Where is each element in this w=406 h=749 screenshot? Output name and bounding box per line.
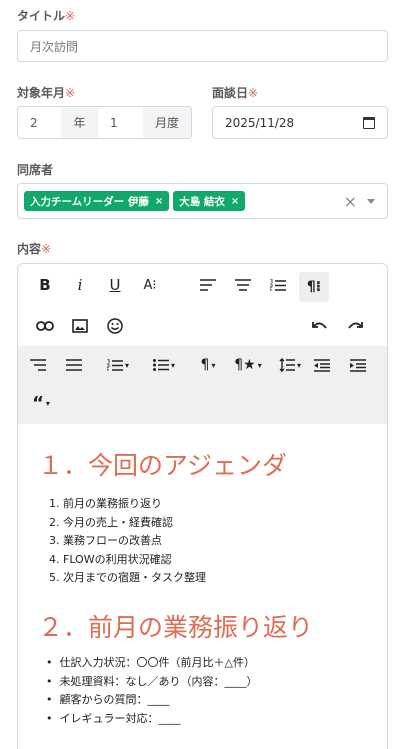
undo-button[interactable] (305, 311, 335, 341)
paragraph-style-button[interactable]: ¶★ ▾ (228, 350, 268, 380)
ordered-list-button[interactable] (263, 270, 293, 300)
line-height-icon (279, 358, 295, 372)
chevron-down-icon[interactable] (367, 199, 375, 204)
required-mark: ※ (65, 9, 76, 23)
emoji-icon (107, 318, 123, 334)
editor-content[interactable]: １．今回のアジェンダ 1. 前月の業務振り返り 2. 今月の売上・経費確認 3.… (18, 424, 387, 749)
image-button[interactable] (65, 311, 95, 341)
outdent-button[interactable] (307, 350, 337, 380)
attendees-select[interactable]: 入力チームリーダー 伊藤 × 大島 結衣 × × (17, 183, 388, 219)
paragraph-style-icon: ¶★ (234, 357, 256, 373)
link-icon (36, 321, 54, 331)
agenda-list: 1. 前月の業務振り返り 2. 今月の売上・経費確認 3. 業務フローの改善点 … (49, 495, 206, 588)
list-item: • 仕訳入力状況：〇〇件（前月比＋△件） (46, 656, 255, 669)
ordered-list-icon (106, 358, 123, 371)
list-item: • 未処理資料：なし／あり（内容：____） (46, 674, 258, 688)
attendee-tag: 入力チームリーダー 伊藤 × (24, 191, 170, 211)
indent-button[interactable] (343, 350, 373, 380)
required-mark: ※ (65, 86, 76, 100)
list-item: 1. 前月の業務振り返り (49, 497, 162, 510)
blockquote-button[interactable]: “▾ (23, 388, 59, 418)
remove-tag-icon[interactable]: × (231, 196, 239, 207)
redo-icon (348, 322, 363, 329)
ordered-list-style-button[interactable]: ▾ (98, 350, 138, 380)
required-mark: ※ (41, 242, 52, 256)
remove-tag-icon[interactable]: × (155, 196, 163, 207)
caret-down-icon: ▾ (257, 360, 262, 370)
image-icon (72, 319, 88, 333)
caret-down-icon: ▾ (170, 360, 175, 370)
bold-button[interactable]: B (30, 270, 60, 300)
paragraph-icon: ¶⁝ (306, 279, 322, 295)
section-heading: ２．前月の業務振り返り (38, 613, 314, 642)
align-right-icon (30, 359, 46, 371)
align-center-button[interactable] (228, 270, 258, 300)
italic-button[interactable]: i (65, 270, 95, 300)
title-input[interactable]: 月次訪問 (17, 30, 388, 62)
paragraph-icon: ¶ (200, 357, 210, 373)
paragraph-button[interactable]: ¶⁝ (299, 272, 329, 302)
list-item: • イレギュラー対応：____ (46, 711, 181, 725)
underline-button[interactable]: U (100, 270, 130, 300)
text-size-button[interactable]: A⁝ (135, 270, 165, 300)
target-month-label: 対象年月※ (17, 86, 76, 100)
line-height-button[interactable]: ▾ (270, 350, 310, 380)
meeting-date-label: 面談日※ (212, 86, 259, 100)
redo-button[interactable] (340, 311, 370, 341)
editor-toolbar-secondary: ▾ ▾ ¶ ▾ ¶★ ▾ ▾ “▾ (18, 346, 387, 424)
bullet-list-button[interactable]: ▾ (144, 350, 184, 380)
caret-down-icon: ▾ (124, 360, 129, 370)
align-left-button[interactable] (193, 270, 223, 300)
caret-down-icon: ▾ (45, 398, 50, 408)
required-mark: ※ (248, 86, 259, 100)
year-addon: 年 (61, 106, 99, 139)
caret-down-icon: ▾ (296, 360, 301, 370)
quote-icon: “ (32, 392, 44, 414)
link-button[interactable] (30, 311, 60, 341)
month-addon: 月度 (143, 106, 192, 139)
outdent-icon (314, 358, 330, 372)
align-center-icon (235, 279, 251, 291)
review-list: • 仕訳入力状況：〇〇件（前月比＋△件） • 未処理資料：なし／あり（内容：__… (46, 654, 257, 728)
align-left-icon (200, 279, 216, 291)
align-right-button[interactable] (23, 350, 53, 380)
clear-all-icon[interactable]: × (344, 192, 357, 211)
month-input[interactable]: 1 (98, 106, 144, 139)
content-label: 内容※ (17, 242, 52, 256)
list-item: 3. 業務フローの改善点 (49, 534, 162, 547)
section-heading: １．今回のアジェンダ (38, 451, 288, 480)
attendees-label: 同席者 (17, 163, 54, 177)
paragraph-format-button[interactable]: ¶ ▾ (190, 350, 226, 380)
list-item: 4. FLOWの利用状況確認 (49, 552, 172, 566)
list-item: • 顧客からの質問：____ (46, 693, 170, 706)
bullet-list-icon (152, 359, 169, 371)
rich-text-editor: B i U A⁝ ¶⁝ ▾ ▾ ¶ ▾ ¶★ ▾ ▾ “ ▾ １．今回のアジェン… (17, 263, 388, 749)
list-item: 2. 今月の売上・経費確認 (49, 515, 173, 529)
caret-down-icon: ▾ (211, 360, 216, 370)
undo-icon (312, 322, 327, 329)
year-input[interactable]: 2 (17, 106, 62, 139)
attendee-tag: 大島 結衣 × (173, 191, 246, 211)
indent-icon (350, 358, 366, 372)
list-item: 5. 次月までの宿題・タスク整理 (49, 571, 206, 584)
calendar-icon[interactable] (363, 117, 375, 129)
title-label: タイトル※ (17, 9, 76, 23)
justify-icon (66, 359, 82, 371)
ordered-list-icon (270, 278, 286, 291)
emoji-button[interactable] (100, 311, 130, 341)
title-input-text: 月次訪問 (30, 39, 79, 54)
meeting-date-input[interactable]: 2025/11/28 (212, 106, 388, 139)
justify-button[interactable] (59, 350, 89, 380)
